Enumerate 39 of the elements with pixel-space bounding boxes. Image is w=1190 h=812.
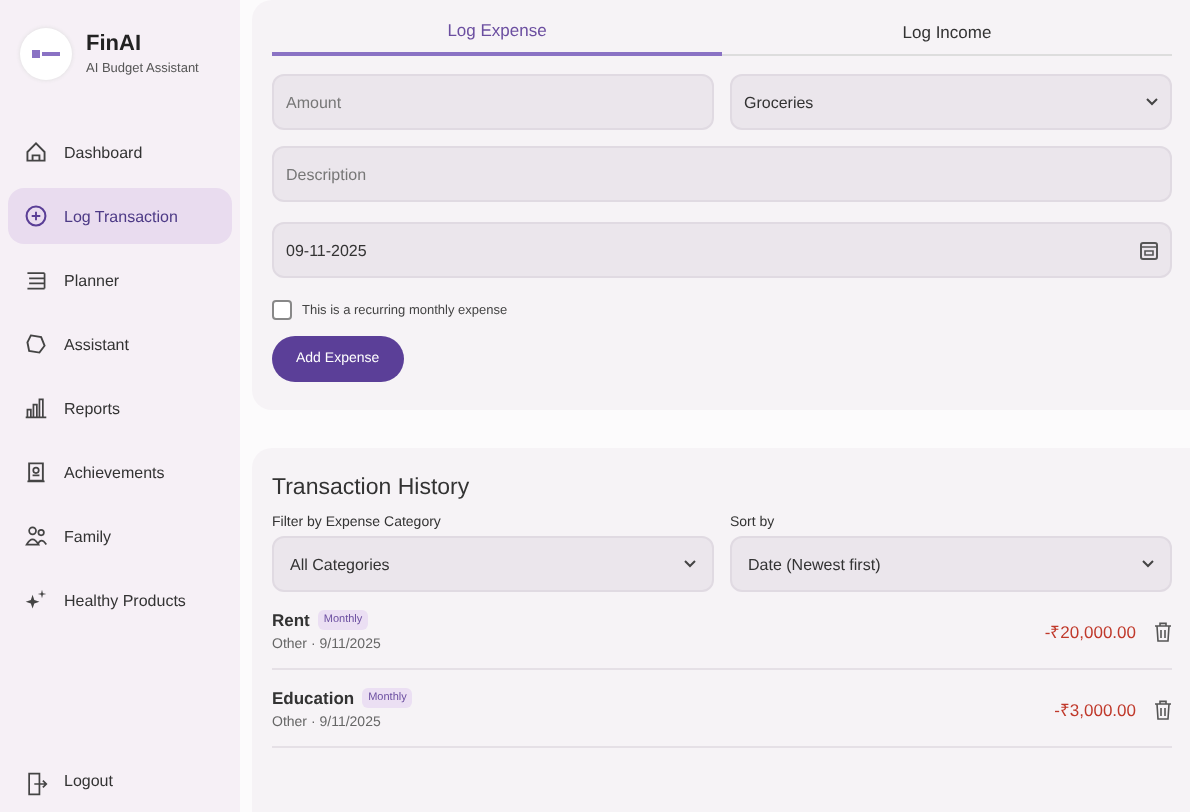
sidebar-item[interactable]: Reports <box>8 380 232 436</box>
transaction-amount: -₹3,000.00 <box>1054 698 1136 720</box>
sidebar-item[interactable]: Achievements <box>8 444 232 500</box>
caret-icon <box>1146 98 1158 106</box>
tab[interactable]: Log Income <box>722 0 1172 56</box>
category-filter-select[interactable]: All Categories <box>272 536 714 592</box>
delete-icon[interactable] <box>1154 699 1172 719</box>
people-icon <box>24 524 48 548</box>
sidebar-item[interactable]: Planner <box>8 252 232 308</box>
home-icon <box>24 140 48 164</box>
calendar-icon <box>1140 241 1158 259</box>
sidebar-item[interactable]: Dashboard <box>8 124 232 180</box>
app-logo <box>20 28 72 80</box>
tab[interactable]: Log Expense <box>272 0 722 56</box>
description-field[interactable]: Description <box>272 146 1172 202</box>
recurring-checkbox[interactable] <box>272 300 292 320</box>
badge-icon <box>24 460 48 484</box>
stack-icon <box>24 268 48 292</box>
delete-icon[interactable] <box>1154 621 1172 641</box>
sidebar-item[interactable]: Healthy Products <box>8 572 232 628</box>
section-title: Transaction History <box>272 476 472 500</box>
app-name: FinAI <box>86 32 143 56</box>
sparkle-icon <box>24 588 48 612</box>
sidebar-item[interactable]: Log Transaction <box>8 188 232 244</box>
sidebar-item[interactable]: Family <box>8 508 232 564</box>
amount-field[interactable]: Amount <box>272 74 714 130</box>
logout-button[interactable]: Logout <box>8 772 232 812</box>
bars-icon <box>24 396 48 420</box>
caret-icon <box>684 560 696 568</box>
caret-icon <box>1142 560 1154 568</box>
transaction-name: Education <box>272 688 355 708</box>
plus-circle-icon <box>24 204 48 228</box>
category-select[interactable]: Groceries <box>730 74 1172 130</box>
sidebar-item[interactable]: Assistant <box>8 316 232 372</box>
sort-select[interactable]: Date (Newest first) <box>730 536 1172 592</box>
transaction-name: Rent <box>272 610 310 630</box>
transaction-amount: -₹20,000.00 <box>1044 620 1136 642</box>
date-field[interactable]: 09-11-2025 <box>272 222 1172 278</box>
logout-icon <box>24 772 48 796</box>
